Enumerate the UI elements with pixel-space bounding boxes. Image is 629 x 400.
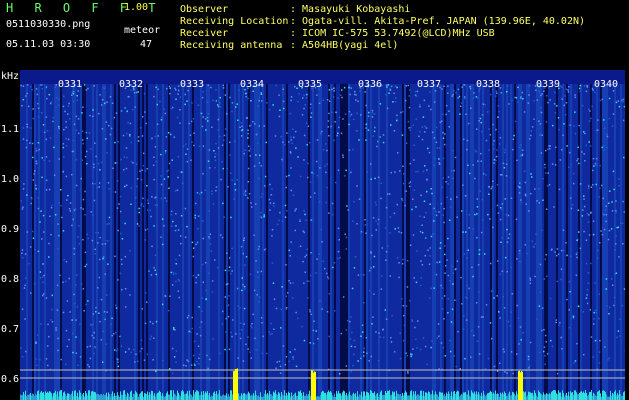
meteor-count: 47 — [140, 39, 153, 50]
x-tick-label: 0340 — [594, 79, 619, 90]
x-tick-label: 0336 — [358, 79, 383, 90]
y-tick-label: 0.7 — [1, 324, 20, 335]
y-tick-label: 1.1 — [1, 124, 20, 135]
x-tick-label: 0332 — [119, 79, 144, 90]
x-tick-label: 0334 — [240, 79, 265, 90]
info-receiver-label: Receiver — [180, 28, 229, 39]
spectrogram — [20, 70, 625, 400]
y-tick-label: 1.0 — [1, 174, 20, 185]
meteor-label: meteor — [124, 25, 161, 36]
image-filename: 0511030330.png — [6, 19, 91, 30]
x-tick-label: 0338 — [476, 79, 501, 90]
x-tick-label: 0339 — [536, 79, 561, 90]
y-tick-label: 0.6 — [1, 374, 20, 385]
info-location-label: Receiving Location — [180, 16, 289, 27]
info-observer-value: : Masayuki Kobayashi — [290, 4, 411, 15]
info-receiver-value: : ICOM IC-575 53.7492(@LCD)MHz USB — [290, 28, 495, 39]
info-observer-label: Observer — [180, 4, 229, 15]
datetime: 05.11.03 03:30 — [6, 39, 91, 50]
x-tick-label: 0335 — [298, 79, 323, 90]
info-location-value: : Ogata-vill. Akita-Pref. JAPAN (139.96E… — [290, 16, 586, 27]
info-antenna-label: Receiving antenna — [180, 40, 283, 51]
app-version: 1.00 — [124, 2, 149, 13]
info-antenna-value: : A504HB(yagi 4el) — [290, 40, 399, 51]
x-tick-label: 0333 — [180, 79, 205, 90]
y-tick-label: 0.8 — [1, 274, 20, 285]
x-tick-label: 0337 — [417, 79, 442, 90]
y-tick-label: 0.9 — [1, 224, 20, 235]
y-unit-label: kHz — [1, 71, 20, 82]
x-tick-label: 0331 — [58, 79, 83, 90]
